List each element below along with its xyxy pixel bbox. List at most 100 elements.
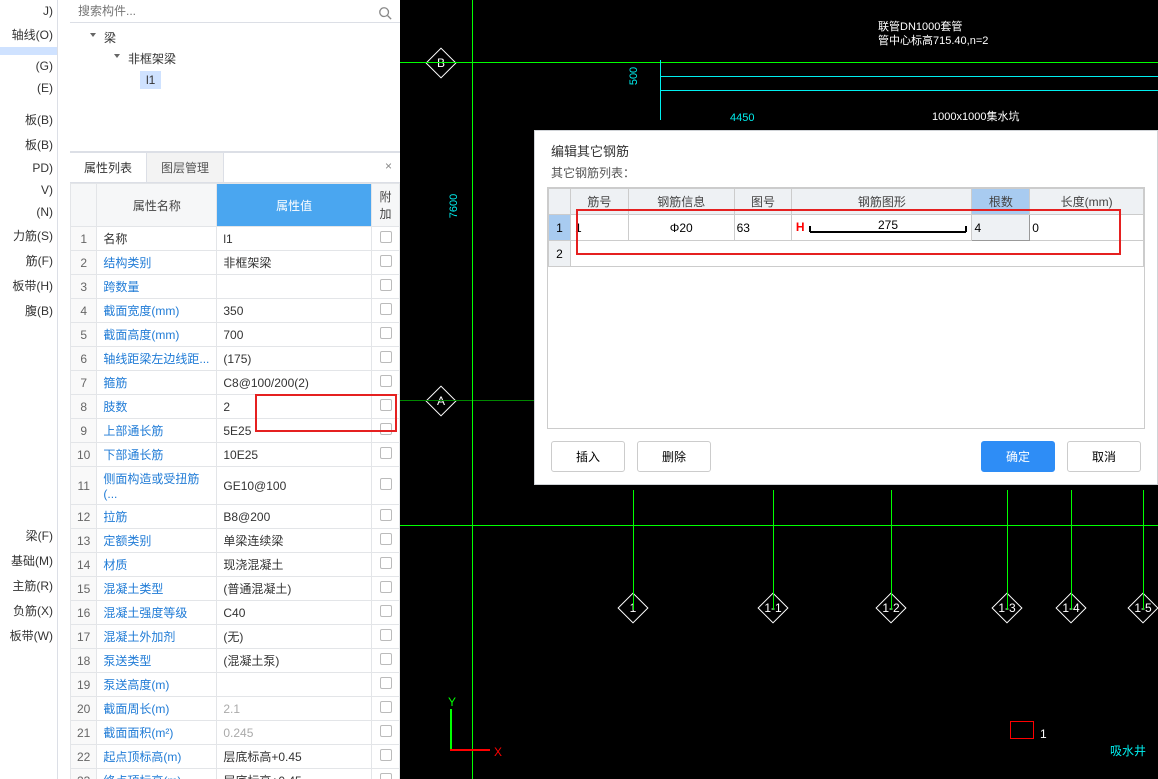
- prop-row[interactable]: 7箍筋C8@100/200(2): [71, 371, 400, 395]
- grid-rowhead[interactable]: 1: [549, 215, 571, 241]
- prop-name[interactable]: 材质: [97, 553, 217, 577]
- prop-value[interactable]: 现浇混凝土: [217, 553, 372, 577]
- prop-value[interactable]: 10E25: [217, 443, 372, 467]
- prop-value[interactable]: 350: [217, 299, 372, 323]
- prop-value[interactable]: 层底标高+0.45: [217, 769, 372, 779]
- prop-row[interactable]: 17混凝土外加剂(无): [71, 625, 400, 649]
- cell-count[interactable]: 4: [972, 215, 1030, 241]
- grid-rowhead[interactable]: 2: [549, 241, 571, 267]
- nav-item[interactable]: 轴线(O): [0, 22, 57, 47]
- grid-col-shape[interactable]: 钢筋图形: [792, 189, 972, 215]
- prop-extra[interactable]: [372, 299, 400, 323]
- grid-col-len[interactable]: 长度(mm): [1030, 189, 1144, 215]
- prop-name[interactable]: 泵送高度(m): [97, 673, 217, 697]
- prop-row[interactable]: 3跨数量: [71, 275, 400, 299]
- prop-extra[interactable]: [372, 601, 400, 625]
- prop-row[interactable]: 9上部通长筋5E25: [71, 419, 400, 443]
- grid-row[interactable]: 2: [549, 241, 1144, 267]
- nav-item[interactable]: 负筋(X): [0, 598, 57, 623]
- nav-item[interactable]: 板(B): [0, 107, 57, 132]
- prop-name[interactable]: 截面周长(m): [97, 697, 217, 721]
- prop-name[interactable]: 截面高度(mm): [97, 323, 217, 347]
- prop-name[interactable]: 终点顶标高(m): [97, 769, 217, 779]
- grid-col-num[interactable]: 筋号: [571, 189, 629, 215]
- tab-properties[interactable]: 属性列表: [70, 153, 147, 182]
- prop-name[interactable]: 箍筋: [97, 371, 217, 395]
- cell-info[interactable]: Φ20: [628, 215, 734, 241]
- insert-button[interactable]: 插入: [551, 441, 625, 472]
- tab-layers[interactable]: 图层管理: [147, 153, 224, 182]
- prop-name[interactable]: 下部通长筋: [97, 443, 217, 467]
- prop-row[interactable]: 21截面面积(m²)0.245: [71, 721, 400, 745]
- prop-name[interactable]: 起点顶标高(m): [97, 745, 217, 769]
- prop-row[interactable]: 20截面周长(m)2.1: [71, 697, 400, 721]
- prop-row[interactable]: 22起点顶标高(m)层底标高+0.45: [71, 745, 400, 769]
- prop-value[interactable]: GE10@100: [217, 467, 372, 505]
- prop-value[interactable]: (混凝土泵): [217, 649, 372, 673]
- prop-row[interactable]: 2结构类别非框架梁: [71, 251, 400, 275]
- prop-name[interactable]: 肢数: [97, 395, 217, 419]
- prop-value[interactable]: C40: [217, 601, 372, 625]
- prop-value[interactable]: l1: [217, 227, 372, 251]
- nav-item[interactable]: 基础(M): [0, 548, 57, 573]
- prop-row[interactable]: 4截面宽度(mm)350: [71, 299, 400, 323]
- prop-name[interactable]: 截面宽度(mm): [97, 299, 217, 323]
- prop-value[interactable]: 2: [217, 395, 372, 419]
- prop-row[interactable]: 10下部通长筋10E25: [71, 443, 400, 467]
- prop-value[interactable]: (无): [217, 625, 372, 649]
- prop-extra[interactable]: [372, 649, 400, 673]
- nav-item[interactable]: J): [0, 0, 57, 22]
- prop-value[interactable]: 层底标高+0.45: [217, 745, 372, 769]
- prop-row[interactable]: 23终点顶标高(m)层底标高+0.45: [71, 769, 400, 779]
- nav-item[interactable]: 板带(H): [0, 273, 57, 298]
- nav-item[interactable]: [0, 47, 57, 55]
- grid-col-count[interactable]: 根数: [972, 189, 1030, 215]
- prop-value[interactable]: 单梁连续梁: [217, 529, 372, 553]
- nav-item[interactable]: 板带(W): [0, 623, 57, 648]
- prop-extra[interactable]: [372, 251, 400, 275]
- nav-item[interactable]: 板(B): [0, 132, 57, 157]
- prop-row[interactable]: 13定额类别单梁连续梁: [71, 529, 400, 553]
- nav-item[interactable]: PD): [0, 157, 57, 179]
- prop-name[interactable]: 轴线距梁左边线距...: [97, 347, 217, 371]
- component-search[interactable]: [70, 0, 400, 23]
- delete-button[interactable]: 删除: [637, 441, 711, 472]
- prop-value[interactable]: [217, 673, 372, 697]
- panel-close-icon[interactable]: ×: [377, 153, 400, 182]
- prop-name[interactable]: 截面面积(m²): [97, 721, 217, 745]
- prop-extra[interactable]: [372, 697, 400, 721]
- prop-name[interactable]: 泵送类型: [97, 649, 217, 673]
- prop-extra[interactable]: [372, 625, 400, 649]
- prop-value[interactable]: (175): [217, 347, 372, 371]
- grid-col-fig[interactable]: 图号: [734, 189, 792, 215]
- prop-name[interactable]: 跨数量: [97, 275, 217, 299]
- prop-value[interactable]: 700: [217, 323, 372, 347]
- prop-name[interactable]: 名称: [97, 227, 217, 251]
- prop-extra[interactable]: [372, 721, 400, 745]
- prop-extra[interactable]: [372, 347, 400, 371]
- prop-extra[interactable]: [372, 769, 400, 779]
- nav-item[interactable]: 主筋(R): [0, 573, 57, 598]
- prop-row[interactable]: 8肢数2: [71, 395, 400, 419]
- prop-name[interactable]: 混凝土强度等级: [97, 601, 217, 625]
- tree-node-beam[interactable]: 梁: [70, 27, 400, 48]
- prop-row[interactable]: 12拉筋B8@200: [71, 505, 400, 529]
- grid-col-info[interactable]: 钢筋信息: [628, 189, 734, 215]
- prop-row[interactable]: 1名称l1: [71, 227, 400, 251]
- prop-name[interactable]: 拉筋: [97, 505, 217, 529]
- prop-row[interactable]: 6轴线距梁左边线距...(175): [71, 347, 400, 371]
- prop-value[interactable]: C8@100/200(2): [217, 371, 372, 395]
- nav-item[interactable]: (N): [0, 201, 57, 223]
- prop-value[interactable]: 非框架梁: [217, 251, 372, 275]
- prop-row[interactable]: 14材质现浇混凝土: [71, 553, 400, 577]
- prop-extra[interactable]: [372, 745, 400, 769]
- prop-extra[interactable]: [372, 673, 400, 697]
- prop-row[interactable]: 18泵送类型(混凝土泵): [71, 649, 400, 673]
- nav-item[interactable]: (G): [0, 55, 57, 77]
- prop-extra[interactable]: [372, 443, 400, 467]
- prop-extra[interactable]: [372, 467, 400, 505]
- prop-extra[interactable]: [372, 553, 400, 577]
- nav-item[interactable]: 筋(F): [0, 248, 57, 273]
- nav-item[interactable]: 力筋(S): [0, 223, 57, 248]
- prop-extra[interactable]: [372, 227, 400, 251]
